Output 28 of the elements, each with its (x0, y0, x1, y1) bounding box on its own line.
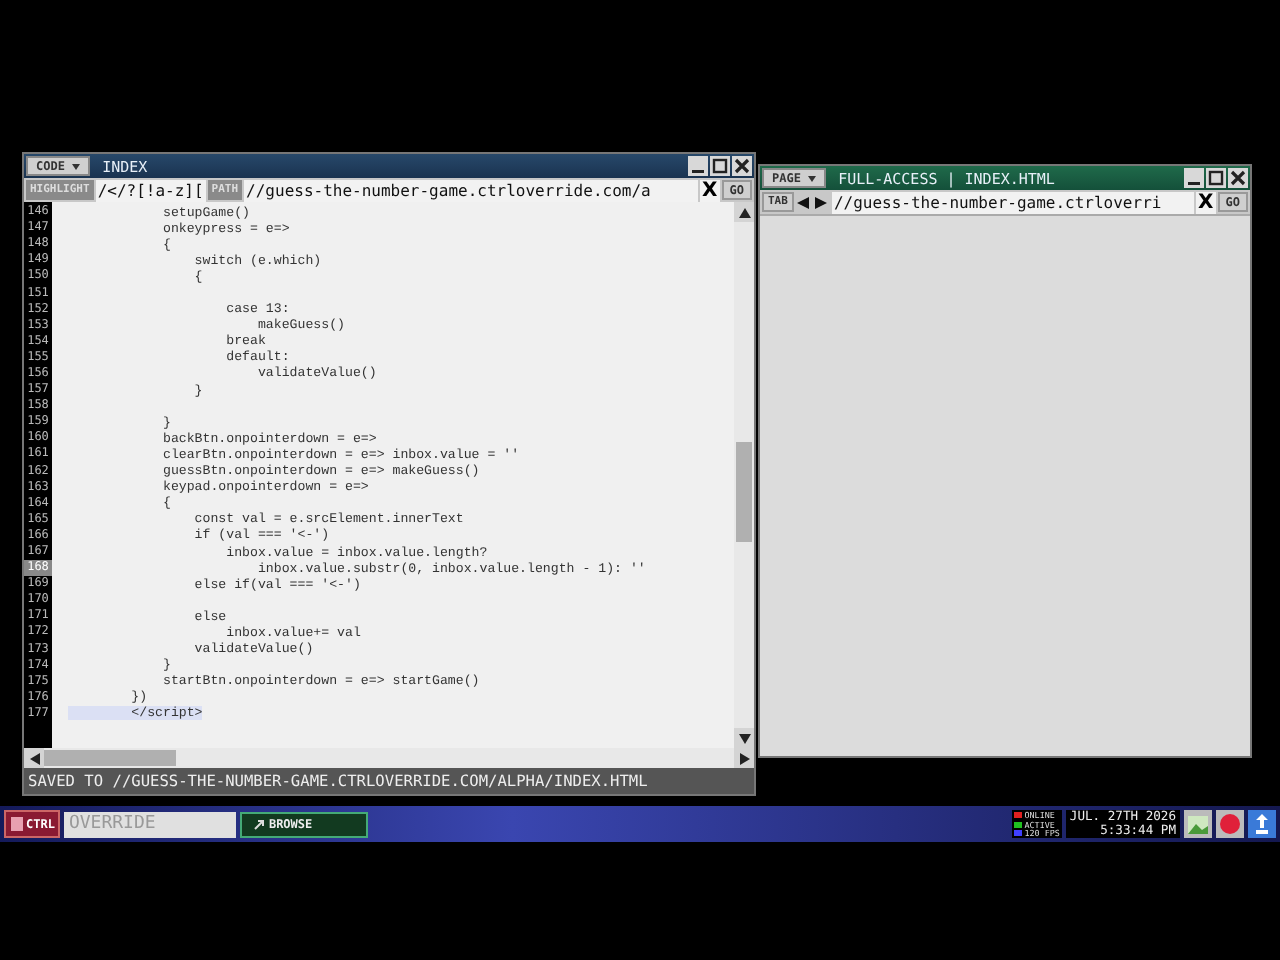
scroll-thumb[interactable] (736, 442, 752, 542)
clear-button[interactable]: X (700, 179, 720, 201)
vertical-scrollbar[interactable] (734, 202, 754, 748)
scroll-right-icon[interactable] (734, 748, 754, 768)
caret-icon (72, 163, 81, 169)
highlight-field[interactable]: /</?[!a-z][ (95, 179, 206, 201)
minimize-icon[interactable] (1184, 168, 1204, 188)
logo-icon (10, 816, 24, 832)
scroll-left-icon[interactable] (24, 748, 44, 768)
back-icon[interactable] (795, 195, 812, 209)
maximize-icon[interactable] (1206, 168, 1226, 188)
address-field[interactable]: //guess-the-number-game.ctrloverri (831, 191, 1195, 213)
record-icon[interactable] (1216, 810, 1244, 838)
close-icon[interactable] (1228, 168, 1248, 188)
close-icon[interactable] (732, 156, 752, 176)
clear-button[interactable]: X (1196, 191, 1216, 213)
scroll-up-icon[interactable] (734, 202, 754, 222)
forward-icon[interactable] (813, 195, 830, 209)
arrow-icon (254, 819, 265, 829)
picture-icon[interactable] (1184, 810, 1212, 838)
minimize-icon[interactable] (688, 156, 708, 176)
horizontal-scrollbar[interactable] (24, 748, 754, 768)
scroll-down-icon[interactable] (734, 728, 754, 748)
download-icon[interactable] (1248, 810, 1276, 838)
scroll-thumb[interactable] (44, 750, 176, 766)
maximize-icon[interactable] (710, 156, 730, 176)
caret-icon (808, 175, 817, 181)
path-field[interactable]: //guess-the-number-game.ctrloverride.com/a (244, 179, 699, 201)
